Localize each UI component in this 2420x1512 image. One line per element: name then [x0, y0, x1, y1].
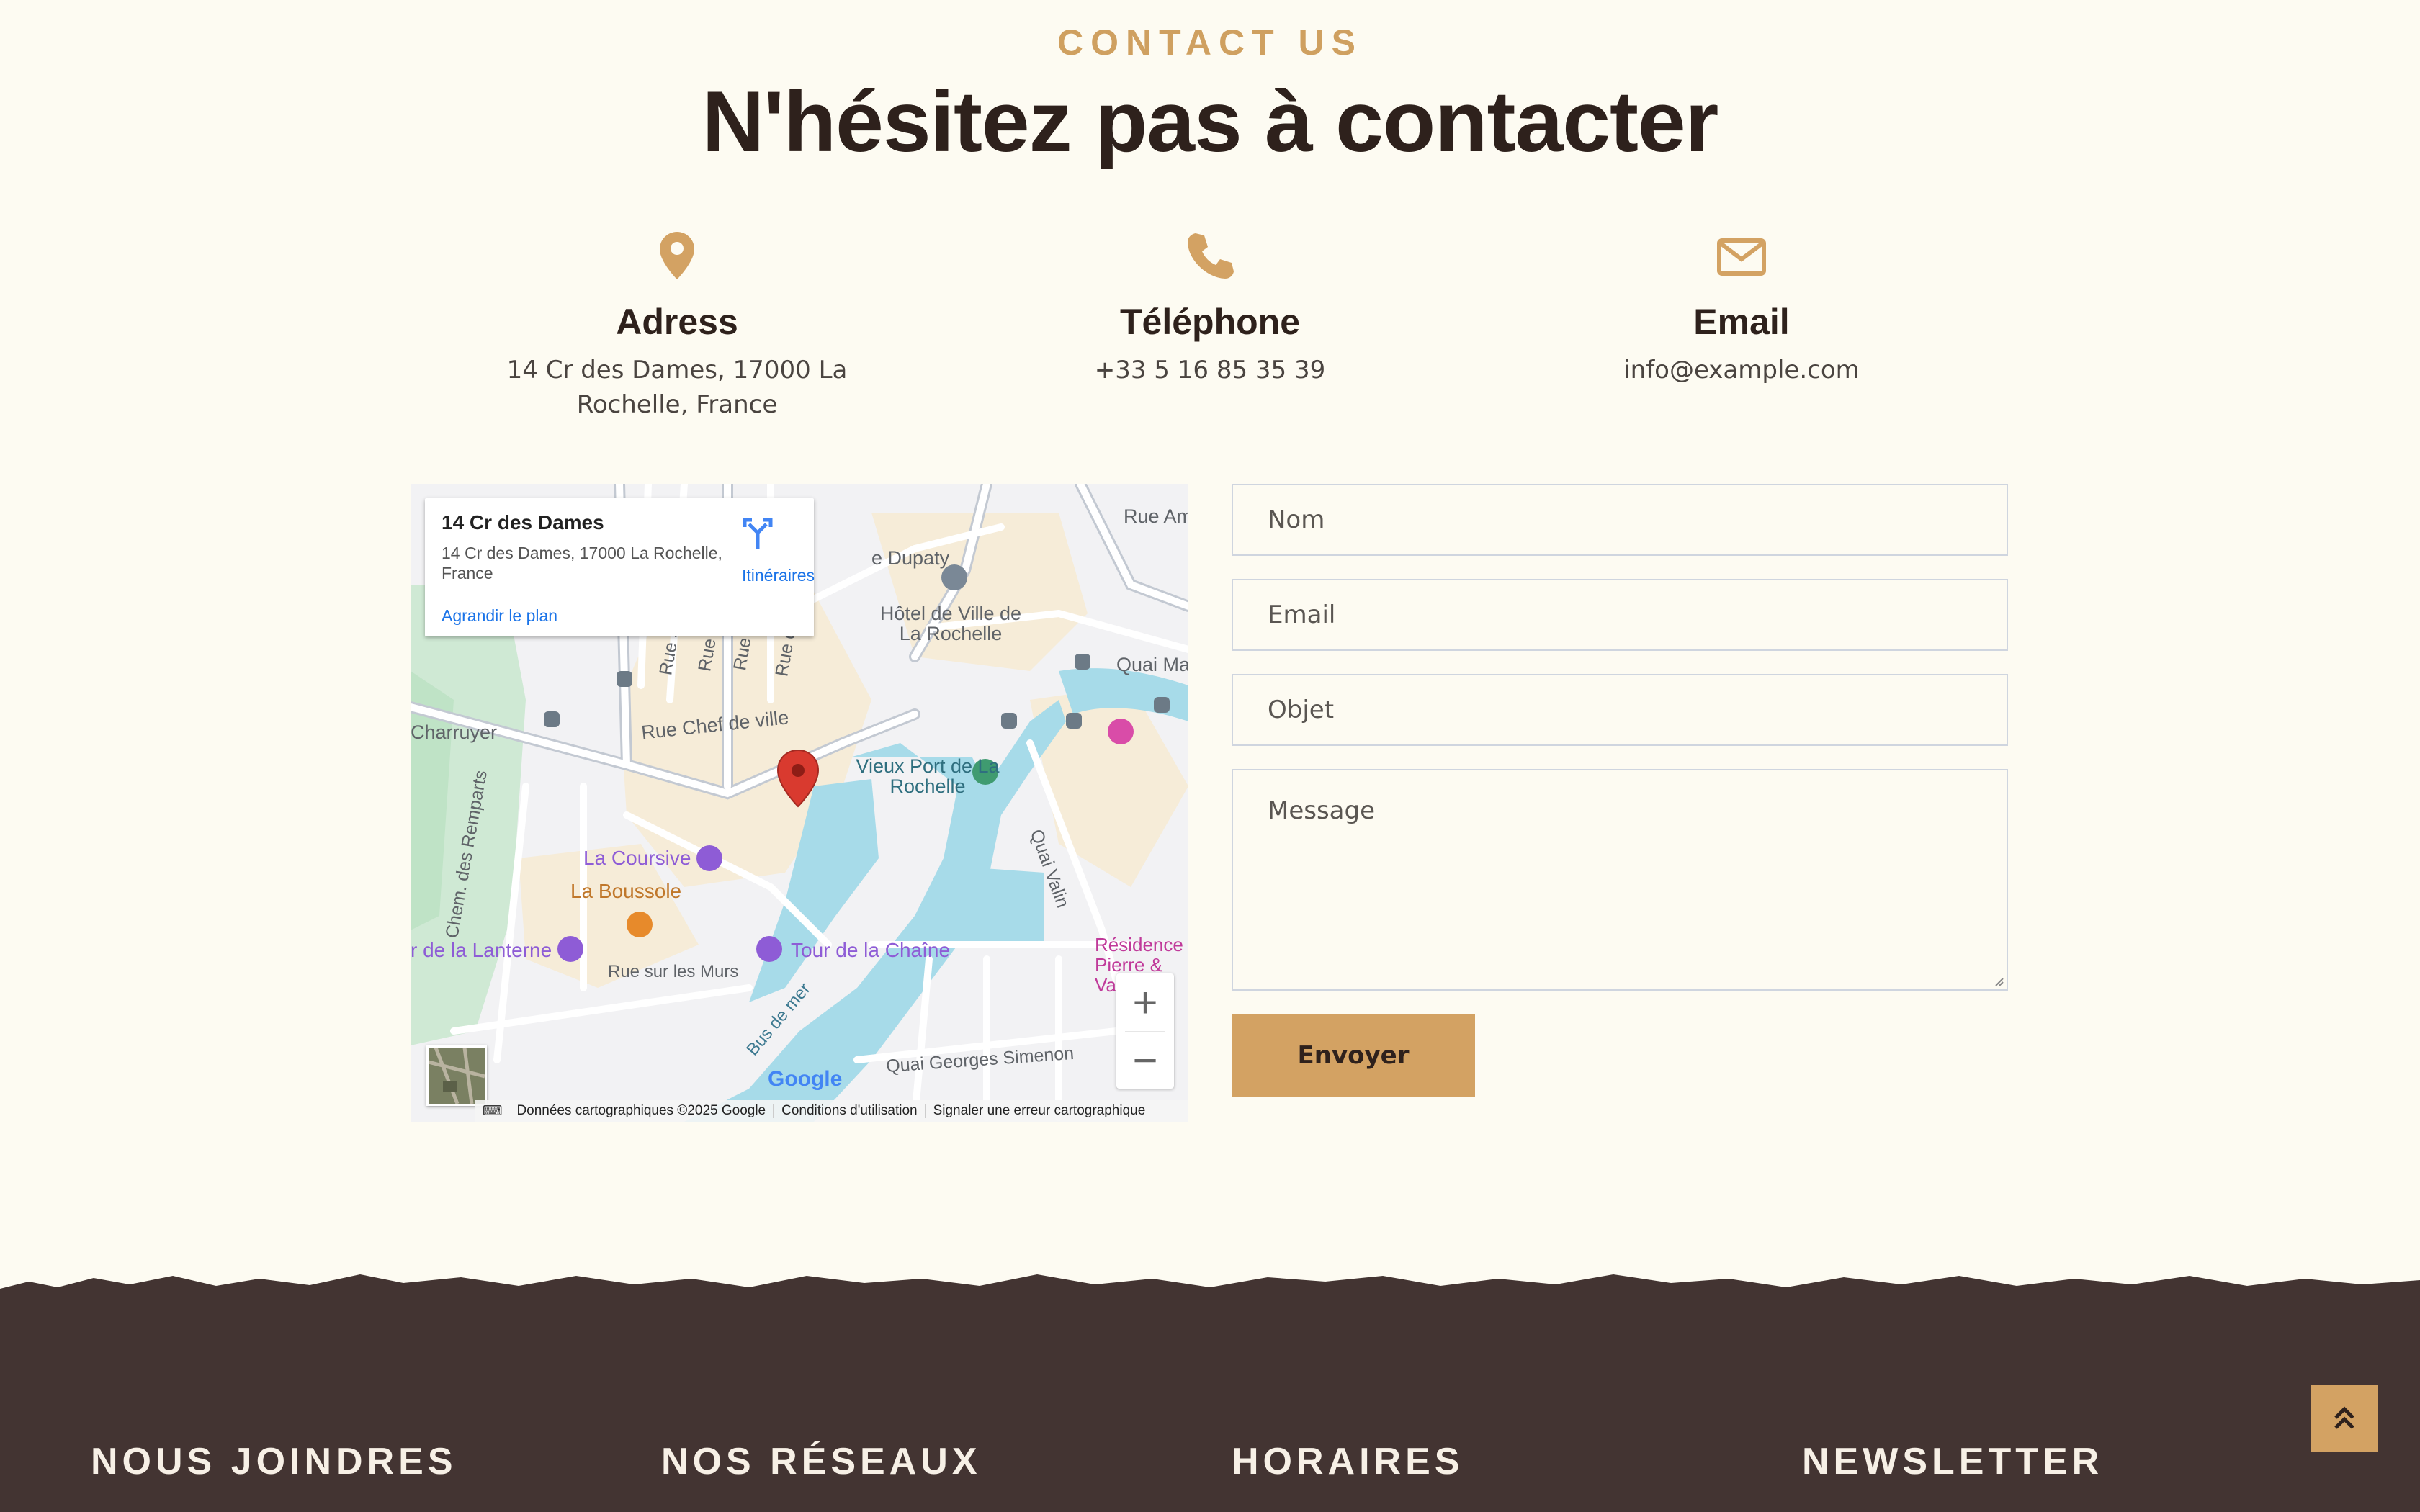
map-label-quai-ma: Quai Ma: [1116, 654, 1188, 675]
report-error-link[interactable]: Signaler une erreur cartographique: [926, 1103, 1153, 1119]
zoom-in-button[interactable]: +: [1116, 973, 1174, 1031]
section-eyebrow: CONTACT US: [1057, 22, 1363, 63]
map-pin-icon: [658, 230, 696, 284]
enlarge-map-link[interactable]: Agrandir le plan: [442, 606, 557, 626]
directions-icon: [743, 518, 773, 549]
address-text: 14 Cr des Dames, 17000 La Rochelle, Fran…: [506, 356, 848, 419]
place-card-title: 14 Cr des Dames: [442, 511, 604, 534]
satellite-toggle-button[interactable]: [426, 1045, 487, 1106]
message-field[interactable]: Message: [1232, 769, 2008, 991]
map-label-dupaty: e Dupaty: [871, 547, 950, 569]
google-logo: Google: [768, 1067, 843, 1091]
map-label-rue-sur-les-murs: Rue sur les Murs: [608, 962, 739, 981]
phone-text: +33 5 16 85 35 39: [1094, 356, 1326, 384]
map-label-tour-chaine: Tour de la Chaîne: [791, 939, 951, 961]
satellite-thumbnail-icon: [429, 1048, 485, 1104]
map-label-la-boussole: La Boussole: [570, 880, 682, 902]
email-text: info@example.com: [1623, 356, 1860, 384]
map-label-charruyer: Charruyer: [411, 721, 498, 743]
map-attribution: ⌨ Données cartographiques ©2025 Google C…: [475, 1100, 1188, 1122]
page-title: N'hésitez pas à contacter: [702, 73, 1719, 170]
map-label-tour-lanterne: r de la Lanterne: [411, 939, 552, 961]
phone-icon: [1185, 230, 1235, 284]
map-label-la-coursive: La Coursive: [583, 847, 691, 869]
map-label-rue-am: Rue Am: [1124, 505, 1188, 527]
resize-grip-icon[interactable]: [1992, 975, 2004, 986]
keyboard-icon[interactable]: ⌨: [475, 1103, 509, 1120]
message-placeholder: Message: [1268, 796, 1376, 825]
map-data-attribution: Données cartographiques ©2025 Google: [516, 1103, 766, 1118]
email-block: Email info@example.com: [1489, 230, 1994, 432]
name-field[interactable]: Nom: [1232, 484, 2008, 556]
phone-title: Téléphone: [1119, 302, 1301, 342]
submit-button[interactable]: Envoyer: [1232, 1014, 1475, 1097]
subject-field[interactable]: Objet: [1232, 674, 2008, 746]
map-label-vieux-port: Vieux Port de La Rochelle: [856, 755, 1000, 797]
address-title: Adress: [616, 302, 738, 342]
envelope-icon: [1716, 230, 1767, 283]
terms-link[interactable]: Conditions d'utilisation: [774, 1103, 924, 1119]
place-card-address: 14 Cr des Dames, 17000 La Rochelle, Fran…: [442, 544, 722, 582]
zoom-out-button[interactable]: −: [1116, 1031, 1174, 1089]
email-title: Email: [1693, 302, 1790, 342]
footer-heading-social: NOS RÉSEAUX: [661, 1441, 982, 1482]
directions-label: Itinéraires: [742, 566, 815, 585]
footer-heading-contact: NOUS JOINDRES: [91, 1441, 457, 1482]
footer-heading-hours: HORAIRES: [1232, 1441, 1464, 1482]
footer-heading-newsletter: NEWSLETTER: [1802, 1441, 2104, 1482]
double-chevron-up-icon: [2334, 1406, 2354, 1429]
phone-block: Téléphone +33 5 16 85 35 39: [958, 230, 1462, 432]
scroll-to-top-button[interactable]: [2311, 1385, 2378, 1452]
address-block: Adress 14 Cr des Dames, 17000 La Rochell…: [425, 230, 929, 432]
map-embed[interactable]: e Dupaty Rue Am Hôtel de Ville de La Roc…: [411, 484, 1188, 1122]
place-card: 14 Cr des Dames 14 Cr des Dames, 17000 L…: [425, 498, 815, 636]
map-label-hotel-de-ville: Hôtel de Ville de La Rochelle: [879, 603, 1022, 644]
zoom-control: + −: [1116, 973, 1174, 1089]
email-field[interactable]: Email: [1232, 579, 2008, 651]
